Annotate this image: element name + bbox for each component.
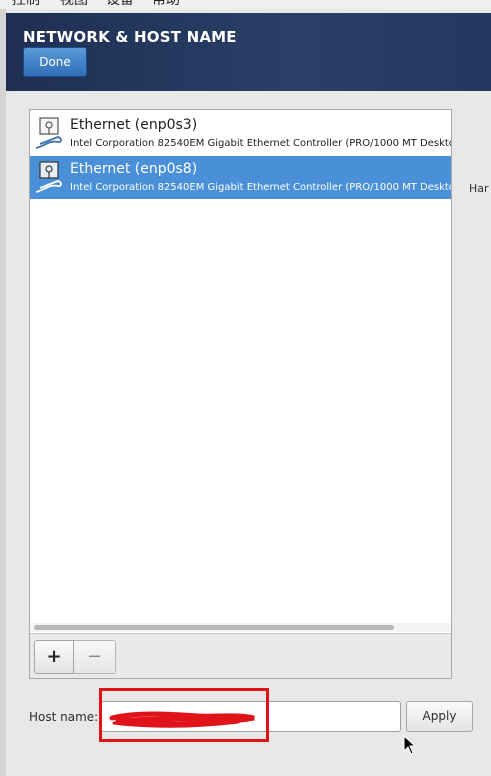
device-description: Intel Corporation 82540EM Gigabit Ethern… (70, 138, 452, 149)
remove-device-button[interactable]: − (74, 640, 116, 674)
scrollbar-thumb[interactable] (34, 625, 394, 630)
device-name: Ethernet (enp0s8) (70, 161, 198, 177)
device-list: Ethernet (enp0s3) Intel Corporation 8254… (29, 109, 452, 679)
window-left-edge (0, 9, 6, 776)
device-description: Intel Corporation 82540EM Gigabit Ethern… (70, 182, 452, 193)
menu-item-control[interactable]: 控制 (12, 0, 40, 8)
apply-button[interactable]: Apply (406, 701, 473, 732)
horizontal-scrollbar[interactable] (30, 623, 451, 632)
menu-item-devices[interactable]: 设备 (106, 0, 134, 8)
host-name-input[interactable] (101, 701, 401, 732)
mouse-cursor-icon (403, 735, 417, 755)
network-wired-icon (35, 161, 62, 193)
host-name-label: Host name: (29, 710, 99, 724)
menu-item-help[interactable]: 帮助 (152, 0, 180, 8)
device-row-enp0s3[interactable]: Ethernet (enp0s3) Intel Corporation 8254… (30, 112, 451, 155)
menu-item-view[interactable]: 视图 (60, 0, 88, 8)
device-name: Ethernet (enp0s3) (70, 117, 198, 133)
network-wired-icon (35, 117, 62, 149)
page-title: NETWORK & HOST NAME (23, 28, 237, 46)
device-row-enp0s8[interactable]: Ethernet (enp0s8) Intel Corporation 8254… (30, 156, 451, 199)
menubar: 控制 视图 设备 帮助 (0, 0, 491, 9)
done-button[interactable]: Done (23, 47, 87, 77)
add-device-button[interactable]: + (34, 640, 74, 674)
device-list-toolbar: + − (30, 633, 451, 678)
hardware-address-label: Har (469, 182, 489, 195)
